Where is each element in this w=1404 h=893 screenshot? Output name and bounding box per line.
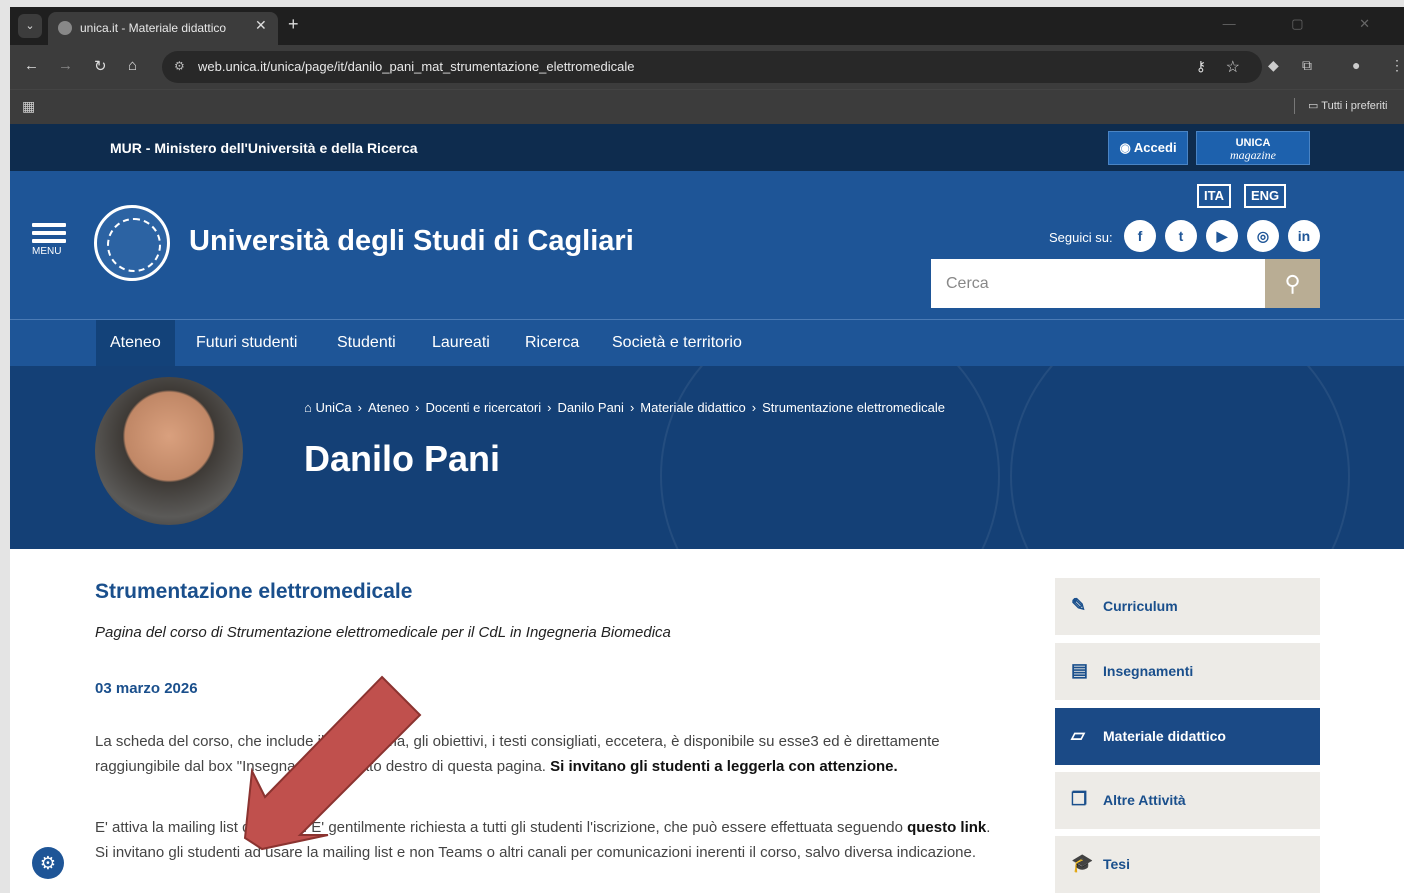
annotation-arrow [243, 675, 422, 851]
browser-window: ⌄ unica.it - Materiale didattico ✕ + — ▢… [10, 7, 1404, 893]
arrow-shape [243, 675, 422, 851]
